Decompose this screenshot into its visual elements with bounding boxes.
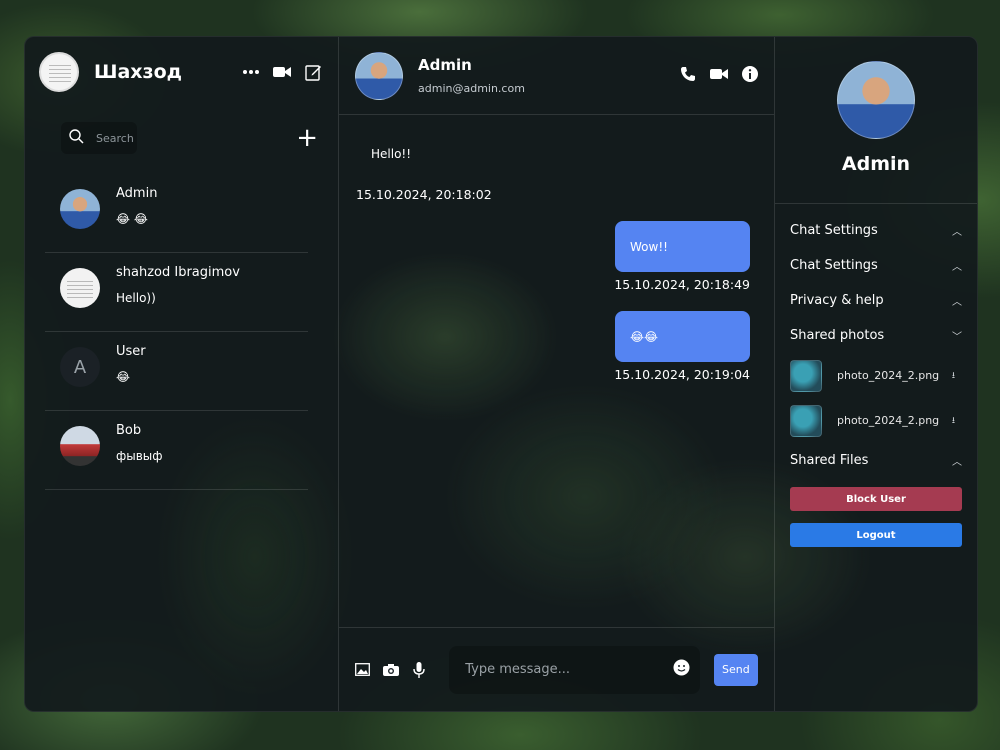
search-icon xyxy=(69,128,84,148)
contact-name: Bob xyxy=(116,423,142,438)
menu-shared-files[interactable]: Shared Files ︿ xyxy=(790,443,962,478)
info-icon[interactable] xyxy=(742,65,758,86)
message-timestamp: 15.10.2024, 20:18:49 xyxy=(614,277,750,292)
chevron-down-icon: ﹀ xyxy=(952,332,962,343)
download-icon[interactable]: ⭳ xyxy=(952,368,955,384)
contact-name: Admin xyxy=(116,186,158,201)
photo-thumbnail xyxy=(790,404,822,437)
chevron-up-icon: ︿ xyxy=(952,227,962,238)
compose-icon[interactable] xyxy=(302,61,324,83)
chat-user-name: Admin xyxy=(418,56,472,74)
menu-label: Privacy & help xyxy=(790,293,884,308)
incoming-message: Hello!! xyxy=(371,147,412,161)
shared-photo-item[interactable]: photo_2024_2.png ⭳ xyxy=(790,353,962,398)
message-timestamp: 15.10.2024, 20:19:04 xyxy=(614,367,750,382)
my-name: Шахзод xyxy=(94,61,182,83)
details-menu: Chat Settings ︿ Chat Settings ︿ Privacy … xyxy=(775,204,977,547)
search-row: + xyxy=(25,122,338,154)
avatar xyxy=(60,189,100,229)
chat-avatar[interactable] xyxy=(355,51,403,100)
send-button[interactable]: Send xyxy=(713,653,758,686)
menu-chat-settings[interactable]: Chat Settings ︿ xyxy=(790,213,962,248)
chat-header: Admin admin@admin.com xyxy=(339,37,774,115)
logout-button[interactable]: Logout xyxy=(790,523,962,547)
image-icon[interactable] xyxy=(355,661,370,679)
details-user-name: Admin xyxy=(841,153,911,175)
contact-list: Admin 😂 😂 shahzod Ibragimov Hello)) A Us… xyxy=(25,174,338,490)
more-icon[interactable] xyxy=(240,61,262,83)
chat-user-email: admin@admin.com xyxy=(418,82,525,95)
message-list: Hello!! 15.10.2024, 20:18:02 Wow!! 15.10… xyxy=(339,115,774,627)
contact-item-user[interactable]: A User 😂 xyxy=(45,332,308,411)
contact-last-message: 😂 xyxy=(116,370,131,384)
contact-name: User xyxy=(116,344,146,359)
search-box[interactable] xyxy=(61,122,137,154)
block-user-button[interactable]: Block User xyxy=(790,487,962,511)
menu-chat-settings-2[interactable]: Chat Settings ︿ xyxy=(790,248,962,283)
outgoing-message: Wow!! xyxy=(615,221,750,272)
menu-shared-photos[interactable]: Shared photos ﹀ xyxy=(790,318,962,353)
menu-label: Shared photos xyxy=(790,328,885,343)
chevron-up-icon: ︿ xyxy=(952,262,962,273)
contact-item-admin[interactable]: Admin 😂 😂 xyxy=(45,174,308,253)
contacts-sidebar: Шахзод + Admin xyxy=(25,37,339,711)
menu-label: Chat Settings xyxy=(790,223,878,238)
chevron-up-icon: ︿ xyxy=(952,457,962,468)
phone-icon[interactable] xyxy=(680,66,696,86)
message-input[interactable] xyxy=(465,662,673,677)
camera-icon[interactable] xyxy=(383,661,399,679)
avatar xyxy=(60,426,100,466)
chat-app-window: Шахзод + Admin xyxy=(24,36,978,712)
contact-last-message: Hello)) xyxy=(116,291,156,305)
download-icon[interactable]: ⭳ xyxy=(952,413,955,429)
sidebar-header: Шахзод xyxy=(25,37,338,107)
avatar: A xyxy=(60,347,100,387)
microphone-icon[interactable] xyxy=(412,661,426,679)
message-input-wrap xyxy=(449,645,700,694)
outgoing-message: 😂😂 xyxy=(615,311,750,362)
details-header: Admin xyxy=(775,37,977,204)
contact-last-message: фывыф xyxy=(116,449,163,463)
photo-thumbnail xyxy=(790,359,822,392)
menu-privacy-help[interactable]: Privacy & help ︿ xyxy=(790,283,962,318)
chat-panel: Admin admin@admin.com Hello!! 15.10.2024… xyxy=(339,37,775,711)
contact-item-shahzod[interactable]: shahzod Ibragimov Hello)) xyxy=(45,253,308,332)
menu-label: Shared Files xyxy=(790,453,869,468)
add-chat-button[interactable]: + xyxy=(296,125,318,151)
contact-item-bob[interactable]: Bob фывыф xyxy=(45,411,308,490)
details-panel: Admin Chat Settings ︿ Chat Settings ︿ Pr… xyxy=(775,37,977,711)
contact-name: shahzod Ibragimov xyxy=(116,265,240,280)
emoji-icon[interactable] xyxy=(673,659,690,680)
search-input[interactable] xyxy=(96,131,136,145)
contact-last-message: 😂 😂 xyxy=(116,212,148,226)
video-call-icon[interactable] xyxy=(710,66,728,86)
avatar xyxy=(60,268,100,308)
menu-label: Chat Settings xyxy=(790,258,878,273)
shared-photo-item[interactable]: photo_2024_2.png ⭳ xyxy=(790,398,962,443)
message-composer: Send xyxy=(339,627,774,711)
photo-name: photo_2024_2.png xyxy=(837,414,940,427)
details-avatar xyxy=(837,61,915,139)
photo-name: photo_2024_2.png xyxy=(837,369,940,382)
my-avatar[interactable] xyxy=(39,52,79,92)
chevron-up-icon: ︿ xyxy=(952,297,962,308)
video-icon[interactable] xyxy=(271,61,293,83)
message-timestamp: 15.10.2024, 20:18:02 xyxy=(356,187,492,202)
